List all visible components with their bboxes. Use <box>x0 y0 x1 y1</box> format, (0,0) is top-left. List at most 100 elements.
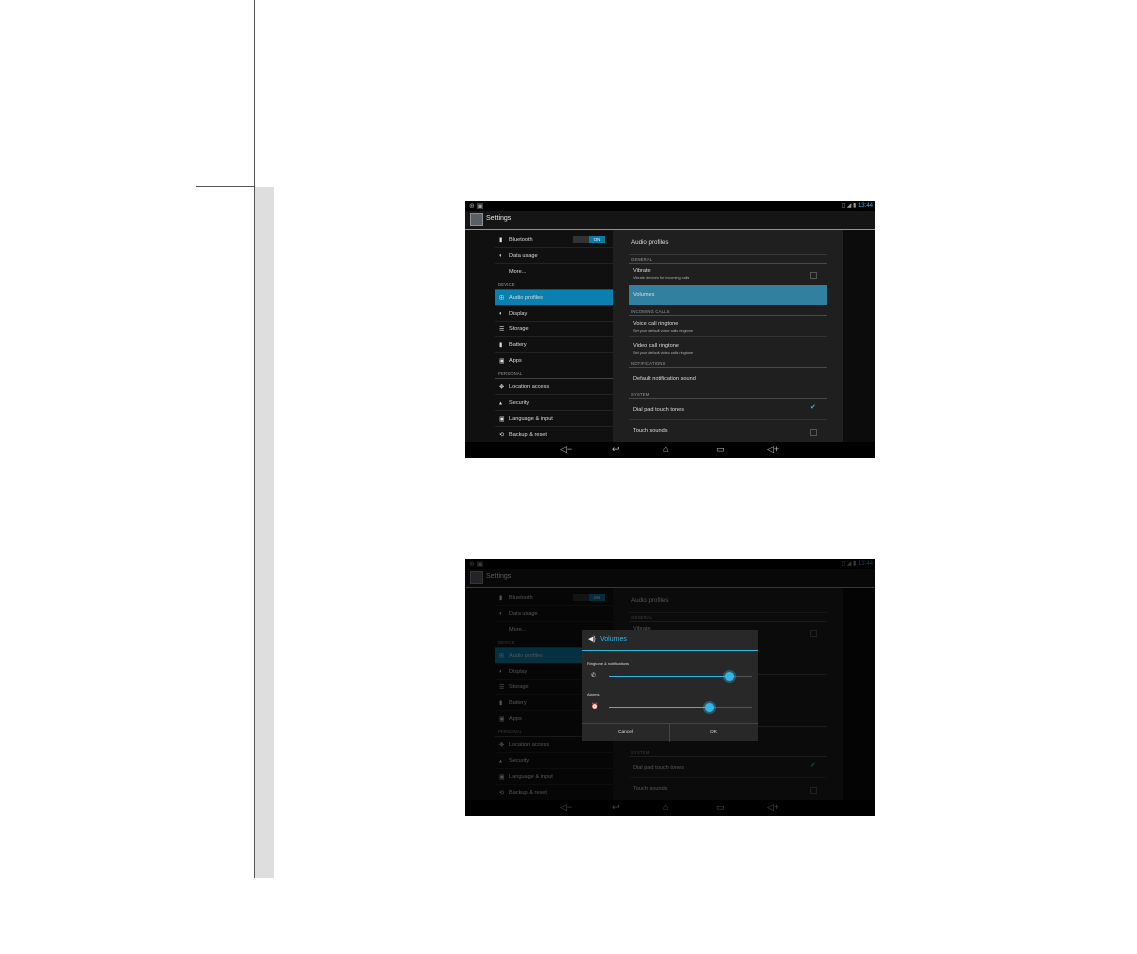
ringtone-slider[interactable] <box>609 672 752 681</box>
status-bar: ⊕ ▣ ▯ ◢ ▮ 13:44 <box>465 201 875 211</box>
sidebar-item-display[interactable]: ◐ Display <box>495 306 613 322</box>
sidebar-item-audio-profiles[interactable]: ⊞ Audio profiles <box>495 290 613 306</box>
sidebar-item-label: Bluetooth <box>509 237 533 243</box>
status-right: ▯ ◢ ▮ 13:44 <box>842 202 873 209</box>
page-margin-bar <box>255 187 274 878</box>
dialog-title: Volumes <box>600 636 627 643</box>
vibrate-row[interactable]: Vibrate Vibrate devices for incoming cal… <box>629 264 827 284</box>
settings-content: ▮ Bluetooth ON ◐ Data usage More... DEVI… <box>465 230 875 442</box>
vibrate-title: Vibrate <box>633 268 651 274</box>
toggle-on-label: ON <box>589 236 605 243</box>
display-icon: ◐ <box>499 310 503 317</box>
voice-ringtone-title: Voice call ringtone <box>633 321 679 327</box>
default-notification-row[interactable]: Default notification sound <box>629 368 827 390</box>
alarms-slider-fill <box>609 707 710 708</box>
sidebar-item-label: More... <box>509 269 527 275</box>
sidebar-item-security[interactable]: ▴ Security <box>495 395 613 411</box>
ringtone-slider-thumb[interactable] <box>725 672 735 681</box>
data-usage-icon: ◐ <box>499 252 503 259</box>
volumes-row[interactable]: Volumes <box>629 285 827 305</box>
audio-profiles-icon: ⊞ <box>499 295 505 301</box>
dial-pad-row[interactable]: Dial pad touch tones ✔ <box>629 399 827 420</box>
volume-up-icon[interactable]: ◁+ <box>767 444 779 455</box>
voice-ringtone-row[interactable]: Voice call ringtone Set your default voi… <box>629 316 827 337</box>
volumes-dialog: ◀) Volumes Ringtone & notifications ✆ Al… <box>582 630 758 742</box>
sidebar-item-label: Display <box>509 310 528 317</box>
section-header-device: DEVICE <box>498 282 515 287</box>
storage-icon: ☰ <box>499 326 505 333</box>
dial-pad-title: Dial pad touch tones <box>633 407 684 413</box>
sidebar-item-label: Language & input <box>509 415 553 422</box>
section-header-incoming-calls: INCOMING CALLS <box>631 309 670 314</box>
screenshot-volumes-dialog: ⊕ ▣ ▯ ◢ ▮ 13:44 Settings ▮ Bluetooth ON … <box>465 559 875 816</box>
sidebar-item-data-usage[interactable]: ◐ Data usage <box>495 248 613 264</box>
dial-pad-checkbox-checked[interactable]: ✔ <box>810 404 817 411</box>
alarms-label: Alarms <box>587 692 600 697</box>
sidebar-item-label: Data usage <box>509 252 538 259</box>
video-ringtone-title: Video call ringtone <box>633 343 679 349</box>
status-left-icons: ⊕ ▣ <box>469 203 484 210</box>
sidebar-item-label: Location access <box>509 383 550 390</box>
sidebar-item-location-access[interactable]: ✥ Location access <box>495 379 613 395</box>
sidebar-item-label: Apps <box>509 358 522 364</box>
sidebar-item-label: Storage <box>509 326 529 332</box>
sidebar-item-battery[interactable]: ▮ Battery <box>495 337 613 353</box>
settings-sidebar: ▮ Bluetooth ON ◐ Data usage More... DEVI… <box>495 230 613 442</box>
pane-title: Audio profiles <box>631 239 669 246</box>
sidebar-item-bluetooth[interactable]: ▮ Bluetooth ON <box>495 233 613 248</box>
sidebar-item-apps[interactable]: ▣ Apps <box>495 353 613 369</box>
bluetooth-icon: ▮ <box>499 237 503 244</box>
default-notification-title: Default notification sound <box>633 376 696 382</box>
title-divider <box>629 254 827 255</box>
status-time: 13:44 <box>857 203 873 209</box>
cancel-button[interactable]: Cancel <box>582 724 670 742</box>
navigation-bar: ◁− ↩ ⌂ ▭ ◁+ <box>465 442 875 458</box>
alarms-slider-thumb[interactable] <box>705 703 715 712</box>
speaker-icon: ◀) <box>588 636 596 643</box>
touch-sounds-row[interactable]: Touch sounds <box>629 421 827 442</box>
video-ringtone-subtitle: Set your default video calls ringtone <box>633 351 694 355</box>
backup-icon: ⟲ <box>499 432 505 438</box>
sidebar-item-more[interactable]: More... <box>495 264 613 280</box>
settings-app-icon[interactable] <box>470 213 483 226</box>
volumes-title: Volumes <box>633 292 655 298</box>
dialog-buttons: Cancel OK <box>582 723 758 742</box>
sidebar-item-language-input[interactable]: ▣ Language & input <box>495 411 613 427</box>
touch-sounds-checkbox[interactable] <box>810 429 817 436</box>
ringtone-label: Ringtone & notifications <box>587 661 630 666</box>
section-header-system: SYSTEM <box>631 392 650 397</box>
recent-apps-icon[interactable]: ▭ <box>716 444 725 455</box>
alarms-slider[interactable] <box>609 703 752 712</box>
section-header-notifications: NOTIFICATIONS <box>631 361 666 366</box>
location-icon: ✥ <box>499 384 505 390</box>
ok-button[interactable]: OK <box>670 724 757 742</box>
home-icon[interactable]: ⌂ <box>663 444 668 454</box>
volume-down-icon[interactable]: ◁− <box>560 444 572 455</box>
status-right-icons: ▯ ◢ ▮ <box>841 203 857 209</box>
ringtone-slider-fill <box>609 676 730 677</box>
action-bar: Settings <box>465 211 875 230</box>
battery-icon: ▮ <box>499 342 503 348</box>
screenshot-audio-profiles: ⊕ ▣ ▯ ◢ ▮ 13:44 Settings ▮ Bluetooth ON … <box>465 201 875 458</box>
back-icon[interactable]: ↩ <box>612 444 620 455</box>
section-header-general: GENERAL <box>631 257 653 262</box>
audio-profiles-pane: Audio profiles GENERAL Vibrate Vibrate d… <box>613 230 843 442</box>
sidebar-item-label: Battery <box>509 341 527 348</box>
alarm-clock-icon: ⏰ <box>591 704 599 710</box>
language-icon: ▣ <box>499 416 505 422</box>
section-header-personal: PERSONAL <box>498 371 523 376</box>
vibrate-subtitle: Vibrate devices for incoming calls <box>633 276 690 280</box>
bluetooth-toggle[interactable]: ON <box>573 236 605 243</box>
vibrate-checkbox[interactable] <box>810 272 817 279</box>
sidebar-item-storage[interactable]: ☰ Storage <box>495 322 613 337</box>
lock-icon: ▴ <box>499 400 503 406</box>
pane-edge <box>843 230 875 442</box>
page-horizontal-rule <box>196 186 255 187</box>
video-ringtone-row[interactable]: Video call ringtone Set your default vid… <box>629 338 827 359</box>
apps-icon: ▣ <box>499 358 505 365</box>
sidebar-item-label: Backup & reset <box>509 431 547 438</box>
sidebar-item-backup-reset[interactable]: ⟲ Backup & reset <box>495 427 613 442</box>
dialog-title-bar: ◀) Volumes <box>582 630 758 651</box>
sidebar-item-label: Audio profiles <box>509 294 543 301</box>
sidebar-item-label: Security <box>509 399 530 406</box>
